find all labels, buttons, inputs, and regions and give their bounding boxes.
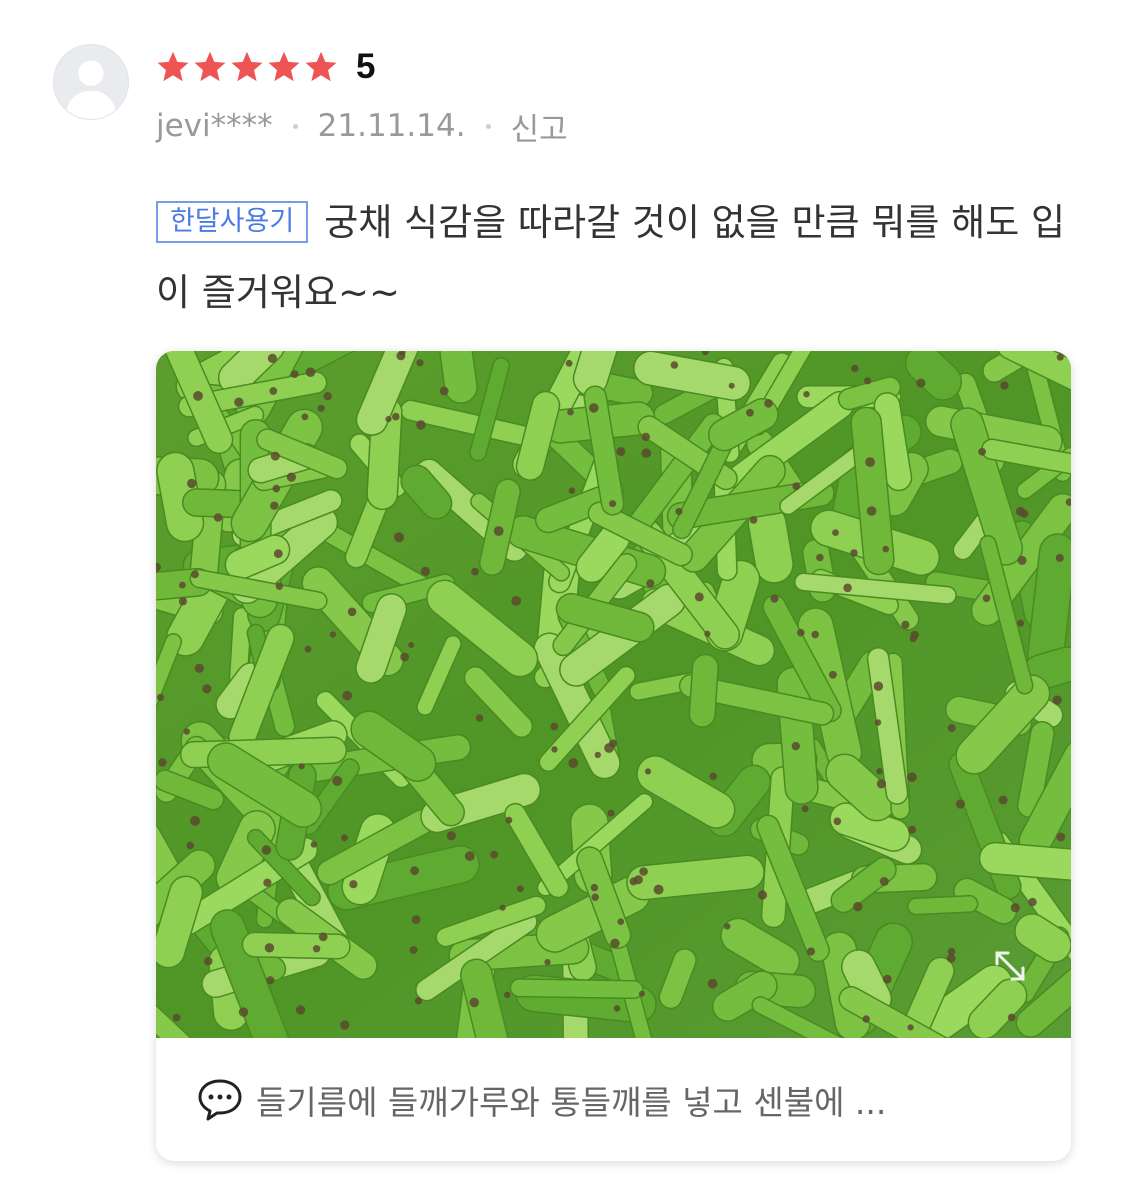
separator-dot [485,123,491,129]
usage-badge: 한달사용기 [156,201,309,243]
author-name: jevi**** [156,108,273,144]
review-body: 한달사용기 궁채 식감을 따라갈 것이 없을 만큼 뭐를 해도 입이 즐거워요~~ [156,188,1071,328]
avatar [53,44,129,120]
star-icon [305,51,337,82]
rating-score: 5 [356,47,376,86]
star-rating [155,49,339,85]
photo-caption: 들기름에 들깨가루와 통들깨를 넣고 센불에 ... [156,1038,1071,1161]
review-photo-card[interactable]: 들기름에 들깨가루와 통들깨를 넣고 센불에 ... [156,351,1071,1161]
separator-dot [292,123,298,129]
expand-icon[interactable] [989,945,1031,987]
speech-bubble-icon [198,1079,242,1120]
user-icon [65,60,117,119]
star-icon [231,51,263,82]
photo-caption-text: 들기름에 들깨가루와 통들깨를 넣고 센불에 ... [256,1082,887,1122]
report-button[interactable]: 신고 [511,104,568,149]
star-icon [157,51,189,82]
star-icon [194,51,226,82]
review-meta: jevi**** 21.11.14. 신고 [156,104,568,148]
review-date: 21.11.14. [317,108,466,144]
star-icon [268,51,300,82]
rating-row: 5 [155,42,375,92]
review-photo[interactable] [156,351,1071,1038]
